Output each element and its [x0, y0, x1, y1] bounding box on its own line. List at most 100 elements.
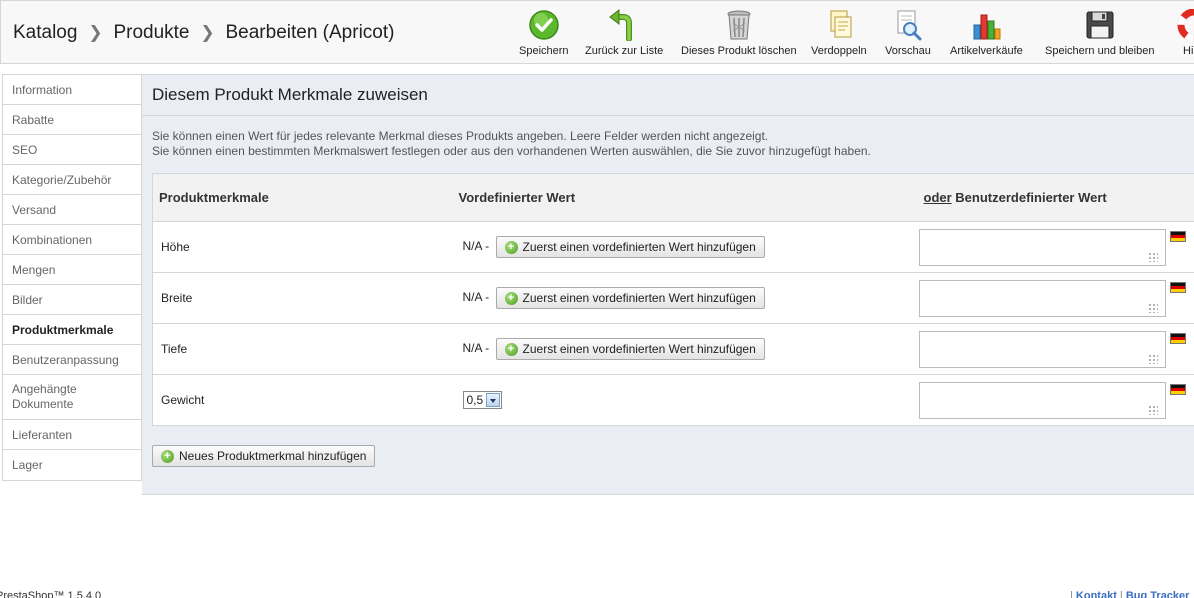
breadcrumb-current: Bearbeiten (Apricot) — [225, 22, 395, 43]
trash-icon — [727, 10, 751, 40]
tab-kategorie-zubehoer[interactable]: Kategorie/Zubehör — [3, 165, 141, 195]
toolbar: Katalog ❯ Produkte ❯ Bearbeiten (Apricot) Sp… — [0, 0, 1194, 64]
german-flag-icon[interactable] — [1169, 384, 1186, 395]
features-panel: Diesem Produkt Merkmale zuweisen Sie kön… — [142, 74, 1194, 495]
tab-benutzeranpassung[interactable]: Benutzeranpassung — [3, 345, 141, 375]
predefined-value-selected: 0,5 — [466, 393, 484, 407]
column-header-custom: oder Benutzerdefinierter Wert — [918, 173, 1194, 222]
custom-value-input[interactable] — [918, 382, 1166, 419]
tab-rabatte[interactable]: Rabatte — [3, 105, 141, 135]
contact-link[interactable]: Kontakt — [1076, 590, 1117, 598]
preview-button[interactable]: Vorschau — [885, 9, 931, 57]
help-text-line-2: Sie können einen bestimmten Merkmalswert… — [152, 144, 871, 158]
custom-cell — [918, 323, 1194, 375]
divider — [142, 115, 1194, 116]
predefined-cell: 0,5 — [452, 374, 919, 426]
tab-mengen[interactable]: Mengen — [3, 255, 141, 285]
add-new-feature-button[interactable]: + Neues Produktmerkmal hinzufügen — [152, 445, 376, 467]
bug-tracker-link[interactable]: Bug Tracker — [1126, 590, 1190, 598]
na-label: N/A - — [462, 341, 490, 356]
add-predefined-value-label: Zuerst einen vordefinierten Wert hinzufü… — [522, 342, 756, 356]
add-new-feature-label: Neues Produktmerkmal hinzufügen — [179, 449, 367, 463]
help-button[interactable]: Hil — [1177, 9, 1194, 57]
table-row: Breite N/A - + Zuerst einen vordefinierte… — [152, 272, 1194, 324]
sales-stats-button[interactable]: Artikelverkäufe — [950, 9, 1023, 57]
breadcrumb-catalog[interactable]: Katalog — [13, 22, 77, 44]
delete-product-button[interactable]: Dieses Produkt löschen — [681, 9, 797, 57]
chevron-down-icon[interactable] — [486, 393, 501, 407]
predefined-cell: N/A - + Zuerst einen vordefinierten Wert … — [452, 323, 919, 375]
plus-circle-icon: + — [504, 240, 518, 254]
tab-seo[interactable]: SEO — [3, 135, 141, 165]
table-header-row: Produktmerkmale Vordefinierter Wert oder… — [152, 173, 1194, 222]
preview-icon — [897, 10, 922, 41]
custom-value-input[interactable] — [918, 331, 1166, 368]
breadcrumb-products[interactable]: Produkte — [113, 22, 189, 44]
feature-name: Höhe — [152, 221, 453, 273]
lifebuoy-icon — [1177, 9, 1194, 41]
save-button-label: Speichern — [519, 45, 569, 57]
duplicate-button[interactable]: Verdoppeln — [811, 9, 867, 57]
resize-grip-icon[interactable] — [1147, 354, 1158, 364]
product-tabs: Information Rabatte SEO Kategorie/Zubehö… — [2, 74, 142, 481]
tab-lieferanten[interactable]: Lieferanten — [3, 420, 141, 450]
footer-version: PrestaShop™ 1.5.4.0 — [0, 590, 102, 598]
feature-name: Gewicht — [152, 374, 453, 426]
na-label: N/A - — [462, 239, 490, 254]
predefined-value-select[interactable]: 0,5 — [462, 391, 503, 409]
column-header-custom-or: oder — [923, 190, 952, 205]
back-arrow-icon — [609, 9, 633, 41]
german-flag-icon[interactable] — [1169, 333, 1186, 344]
column-header-predefined: Vordefinierter Wert — [452, 173, 919, 222]
help-text: Sie können einen Wert für jedes relevant… — [152, 129, 871, 159]
help-text-line-1: Sie können einen Wert für jedes relevant… — [152, 129, 769, 143]
save-button[interactable]: Speichern — [519, 9, 569, 57]
add-predefined-value-label: Zuerst einen vordefinierten Wert hinzufü… — [522, 291, 756, 305]
breadcrumb-separator-icon: ❯ — [200, 23, 215, 42]
resize-grip-icon[interactable] — [1147, 405, 1158, 415]
back-to-list-button[interactable]: Zurück zur Liste — [585, 9, 663, 57]
resize-grip-icon[interactable] — [1147, 252, 1158, 262]
table-row: Gewicht 0,5 — [152, 374, 1194, 426]
footer-links: | Kontakt | Bug Tracker — [1070, 590, 1189, 598]
plus-circle-icon: + — [504, 291, 518, 305]
save-and-stay-button[interactable]: Speichern und bleiben — [1045, 9, 1154, 57]
tab-kombinationen[interactable]: Kombinationen — [3, 225, 141, 255]
help-label: Hil — [1183, 45, 1194, 57]
breadcrumb: Katalog ❯ Produkte ❯ Bearbeiten (Apricot) — [13, 22, 394, 44]
feature-name: Tiefe — [152, 323, 453, 375]
resize-grip-icon[interactable] — [1147, 303, 1158, 313]
add-predefined-value-button[interactable]: + Zuerst einen vordefinierten Wert hinzuf… — [495, 338, 765, 360]
predefined-cell: N/A - + Zuerst einen vordefinierten Wert … — [452, 221, 919, 273]
column-header-custom-label: Benutzerdefinierter Wert — [955, 190, 1107, 205]
tab-lager[interactable]: Lager — [3, 450, 141, 480]
back-to-list-label: Zurück zur Liste — [585, 45, 664, 57]
predefined-cell: N/A - + Zuerst einen vordefinierten Wert … — [452, 272, 919, 324]
custom-value-input[interactable] — [918, 280, 1166, 317]
plus-circle-icon: + — [504, 342, 518, 356]
german-flag-icon[interactable] — [1169, 282, 1186, 293]
german-flag-icon[interactable] — [1169, 231, 1186, 242]
tab-bilder[interactable]: Bilder — [3, 285, 141, 315]
column-header-feature: Produktmerkmale — [152, 173, 453, 222]
add-predefined-value-button[interactable]: + Zuerst einen vordefinierten Wert hinzuf… — [495, 287, 765, 309]
tab-information[interactable]: Information — [3, 75, 141, 105]
tab-versand[interactable]: Versand — [3, 195, 141, 225]
custom-cell — [918, 272, 1194, 324]
na-label: N/A - — [462, 290, 490, 305]
add-predefined-value-label: Zuerst einen vordefinierten Wert hinzufü… — [522, 240, 756, 254]
table-row: Tiefe N/A - + Zuerst einen vordefinierten… — [152, 323, 1194, 375]
feature-name: Breite — [152, 272, 453, 324]
tab-angehaengte-dokumente[interactable]: Angehängte Dokumente — [3, 375, 141, 420]
plus-circle-icon: + — [161, 449, 174, 463]
add-predefined-value-button[interactable]: + Zuerst einen vordefinierten Wert hinzuf… — [495, 236, 765, 258]
tab-produktmerkmale[interactable]: Produktmerkmale — [3, 315, 141, 345]
delete-product-label: Dieses Produkt löschen — [681, 45, 797, 57]
custom-cell — [918, 374, 1194, 426]
custom-cell — [918, 221, 1194, 273]
bar-chart-icon — [973, 14, 1001, 40]
duplicate-label: Verdoppeln — [811, 45, 867, 57]
breadcrumb-separator-icon: ❯ — [88, 23, 103, 42]
custom-value-input[interactable] — [918, 229, 1166, 266]
sales-stats-label: Artikelverkäufe — [950, 45, 1023, 57]
